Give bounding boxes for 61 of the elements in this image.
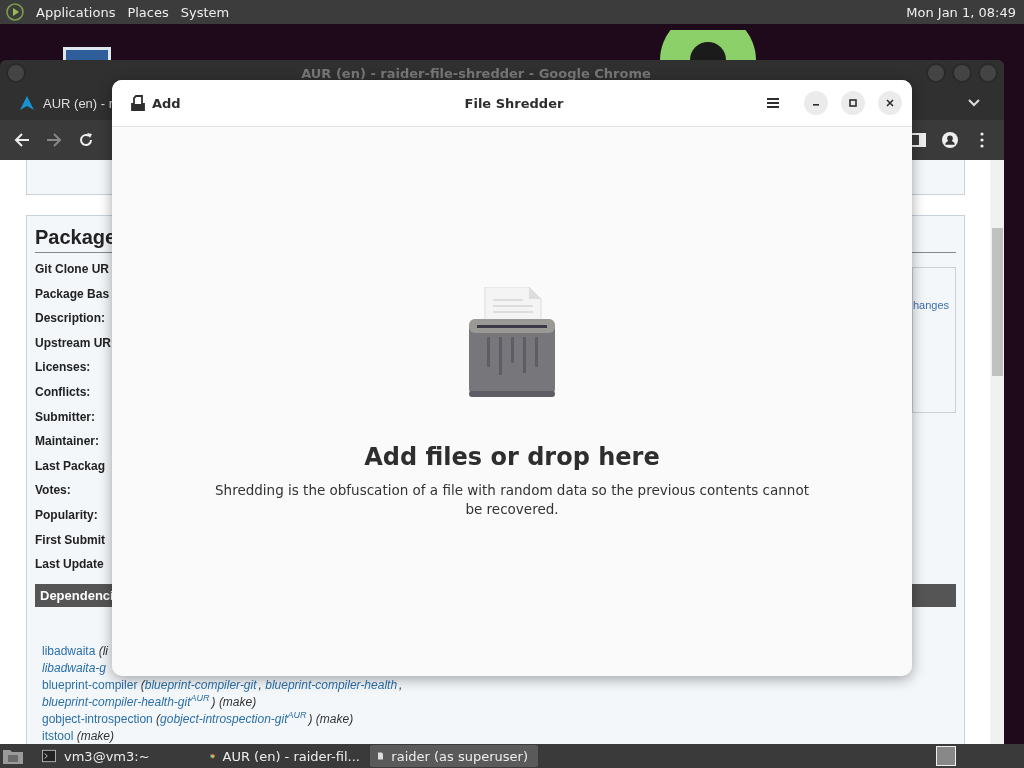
field-label: Package Bas [35, 285, 111, 303]
empty-state-heading: Add files or drop here [364, 443, 660, 471]
document-add-icon [130, 95, 146, 111]
back-icon[interactable] [14, 132, 30, 148]
taskbar-item[interactable]: AUR (en) - raider-fil... [202, 745, 370, 767]
profile-icon[interactable] [942, 132, 958, 148]
play-logo-icon[interactable] [6, 3, 24, 21]
dependency-note: ) (make) [308, 711, 354, 726]
close-icon [885, 98, 895, 108]
dependency-note: (li [97, 643, 109, 658]
scroll-thumb[interactable] [992, 228, 1003, 376]
menu-item[interactable]: Places [127, 4, 169, 20]
document-icon [378, 749, 384, 763]
field-label: Last Update [35, 556, 105, 574]
field-label: Licenses: [35, 359, 92, 377]
taskbar-item[interactable]: raider (as superuser) [370, 745, 538, 767]
add-button[interactable]: Add [126, 91, 286, 115]
terminal-icon [42, 749, 56, 763]
field-label: Upstream UR [35, 334, 112, 352]
dependency-note: (make) [75, 728, 115, 743]
empty-state-description: Shredding is the obfuscation of a file with random data so the previous contents cannot be recovered. [214, 481, 810, 519]
menu-item[interactable]: System [180, 4, 230, 20]
dependency-note: , [399, 677, 403, 692]
field-label: First Submit [35, 531, 106, 549]
field-label: Votes: [35, 482, 72, 500]
field-label: Popularity: [35, 506, 99, 524]
dependency-note: ( [139, 677, 145, 692]
monitor-icon[interactable] [63, 47, 111, 61]
field-label: Maintainer: [35, 433, 100, 451]
arch-logo-icon [20, 96, 34, 110]
shredder-icon [467, 287, 557, 399]
maximize-button[interactable] [841, 91, 865, 115]
field-label: Submitter: [35, 408, 96, 426]
dependency-note: ( [155, 711, 161, 726]
dependency-link[interactable]: blueprint-compiler [42, 677, 138, 692]
clock[interactable]: Mon Jan 1, 08:49 [906, 4, 1024, 20]
field-label: Git Clone UR [35, 261, 110, 278]
taskbar-item[interactable]: vm3@vm3:~ [34, 745, 202, 767]
link[interactable]: hanges [912, 299, 949, 311]
dependency-note: , [258, 677, 263, 692]
field-label: Conflicts: [35, 383, 92, 401]
dependency-link[interactable]: blueprint-compiler-git [144, 677, 259, 692]
field-label: Description: [35, 310, 106, 328]
dependency-link[interactable]: itstool [42, 728, 74, 743]
window-title: File Shredder [463, 95, 565, 111]
close-button[interactable] [878, 91, 902, 115]
menu-icon[interactable] [767, 98, 779, 108]
forward-icon[interactable] [46, 132, 62, 148]
reload-icon[interactable] [78, 132, 94, 148]
folder-icon[interactable] [2, 747, 24, 765]
menu-item[interactable]: Applications [36, 4, 116, 20]
workspace-switcher[interactable] [936, 746, 956, 766]
field-label: Last Packag [35, 457, 107, 475]
dependency-link[interactable]: libadwaita [42, 643, 96, 658]
window-title: AUR (en) - raider-file-shredder - Google Chrome [300, 65, 652, 81]
dependency-link[interactable]: gobject-introspection [42, 711, 153, 726]
dependency-link[interactable]: libadwaita-g [42, 660, 109, 675]
caret-icon[interactable] [968, 99, 980, 107]
dependency-note: ) (make) [211, 694, 257, 709]
maximize-icon [848, 98, 858, 108]
sidebar-icon[interactable] [910, 132, 926, 148]
